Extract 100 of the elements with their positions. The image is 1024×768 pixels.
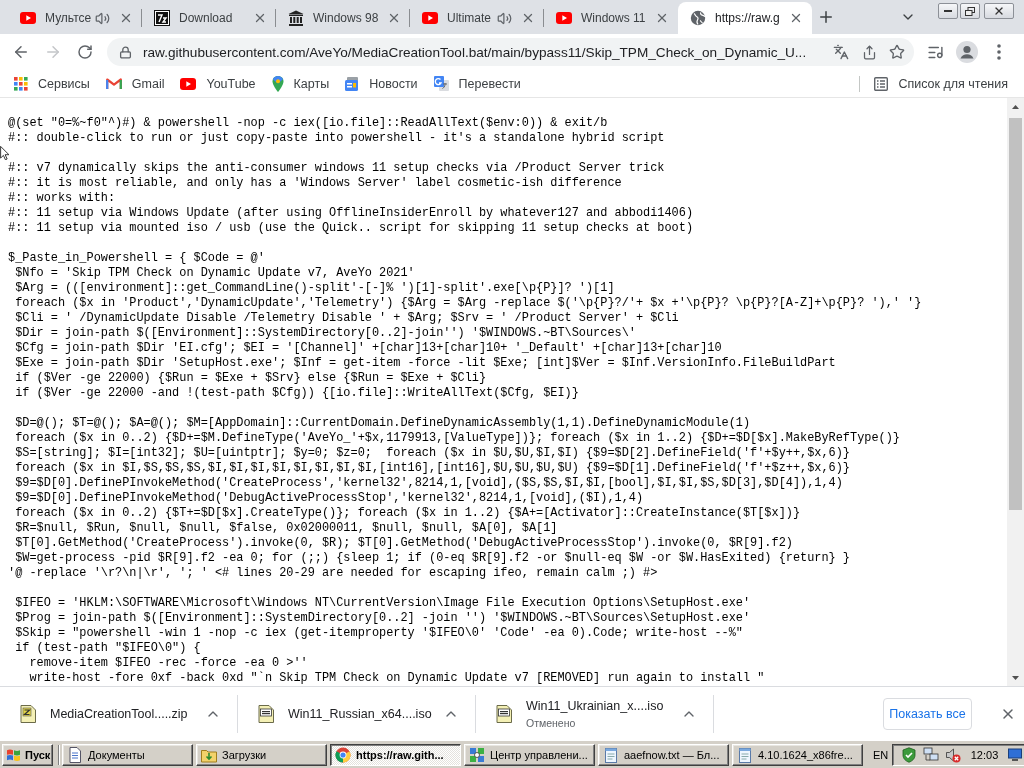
code-line: $Cli = ' /DynamicUpdate Disable /Telemetry Disable ' + $Arg; $Srv = ' /Product Server' + $Cli — [14, 311, 679, 326]
minimize-button[interactable] — [938, 3, 958, 19]
play-logo-icon — [422, 12, 438, 24]
close-icon — [387, 11, 401, 25]
code-line: $S=[string]; $I=[int32]; $U=[uintptr]; $y=0; $z=0; foreach ($x in $U,$U,$I,$I) {$9=$D[2].DefineField('f'+$y++,$x,6)} — [14, 446, 850, 461]
taskbar-button[interactable]: aaefnow.txt — Бл... — [598, 743, 729, 766]
browser-tab[interactable]: https://raw.g — [678, 2, 812, 34]
code-line: $R=$null, $Run, $null, $null, $false, 0x02000011, $null, $null, $A[0], $A[1] — [14, 521, 558, 536]
triangle-down-icon — [1012, 675, 1019, 680]
reading-list-button[interactable]: Список для чтения — [866, 71, 1016, 96]
bookmark-link[interactable]: Перевести — [425, 71, 529, 96]
code-line: $Prog = join-path $([Environment]::SystemDirectory[0..2] -join '') '$WINDOWS.~BT\Sources\SetupHost.exe' — [14, 611, 751, 626]
translate-icon — [433, 76, 449, 91]
apps-grid-icon — [14, 76, 28, 91]
bookmark-link[interactable]: YouTube — [172, 71, 264, 96]
map-pin-icon — [271, 75, 284, 92]
browser-tab[interactable]: Ultimate — [410, 2, 544, 34]
code-line: $Nfo = 'Skip TPM Check on Dynamic Update v7, AveYo 2021' — [14, 266, 415, 281]
lock-icon — [118, 45, 132, 59]
code-line: $_Paste_in_Powershell = { $Code = @' — [8, 251, 265, 266]
monitor-icon — [1008, 747, 1023, 762]
bookmark-link[interactable]: Gmail — [97, 71, 173, 96]
profile-button[interactable] — [953, 38, 981, 66]
star-icon — [889, 44, 905, 60]
restore-button[interactable] — [960, 3, 980, 19]
reload-icon — [77, 44, 93, 60]
arrow-right-icon — [44, 43, 62, 61]
code-line: remove-item $IFEO -rec -force -ea 0 >'' — [28, 656, 308, 671]
browser-tab[interactable]: Windows 98 — [276, 2, 410, 34]
shield-icon — [901, 746, 918, 763]
muted-speaker-icon — [945, 746, 962, 763]
close-window-button[interactable] — [984, 3, 1014, 19]
close-icon — [521, 11, 535, 25]
play-logo-icon — [556, 12, 572, 24]
close-icon — [119, 11, 133, 25]
code-line: $Dir = join-path $([Environment]::SystemDirectory[0..2]-join'') '$WINDOWS.~BT\Sources\' — [14, 326, 636, 341]
taskbar-button[interactable]: Загрузки — [196, 743, 327, 766]
download-file-name[interactable]: MediaCreationTool.....zip — [50, 706, 188, 721]
disc-file-icon — [496, 704, 512, 723]
start-button[interactable]: Пуск — [2, 743, 53, 766]
code-line: $D=@(); $T=@(); $A=@(); $M=[AppDomain]::CurrentDomain.DefineDynamicAssembly(1,1).DefineDynamicModule(1) — [14, 416, 751, 431]
address-bar[interactable]: raw.githubusercontent.com/AveYo/MediaCreationTool.bat/main/bypass11/Skip_TPM_Check_on_Dynamic_U... — [107, 38, 914, 66]
scrollbar[interactable] — [1007, 98, 1024, 686]
share-icon — [861, 44, 877, 60]
taskbar-button[interactable]: Центр управлени... — [464, 743, 595, 766]
globe-icon — [690, 10, 706, 26]
code-line: if ($Ver -ge 22000) {$Run = $Exe + $Srv} else {$Run = $Exe + $Cli} — [14, 371, 487, 386]
notepad-icon — [603, 746, 619, 763]
code-line: foreach ($x in 'Product','DynamicUpdate','Telemetry') {$Arg = $Arg -replace $('\p{P}?/'+ $x +'\p{P}? \p{P}?[A-Z]+\p{P}? '),' '} — [14, 296, 922, 311]
scrollbar-thumb[interactable] — [1009, 118, 1022, 510]
zip-file-icon — [20, 704, 36, 723]
browser-tab[interactable]: Мультсе — [8, 2, 142, 34]
bookmark-link[interactable]: Новости — [337, 71, 426, 96]
code-line: write-host -fore 0xf -back 0xd "`n Skip TPM Check on Dynamic Update v7 [REMOVED] run again to install " — [28, 671, 765, 686]
code-line: '@ -replace '\r?\n|\r', '; ' <# lines 20-29 are needed for escaping ifeo, remain calm ;) #> — [8, 566, 658, 581]
minimize-icon — [944, 10, 952, 12]
code-line: foreach ($x in 0..2) {$D+=$M.DefineType('AveYo_'+$x,1179913,[ValueType])}; foreach ($x in 1..2) {$D+=$D[$x].MakeByRefType()} — [14, 431, 900, 446]
code-line: @(set "0=%~f0"^)#) & powershell -nop -c iex([io.file]::ReadAllText($env:0)) & exit/b — [8, 116, 608, 131]
code-line: #:: double-click to run or just copy-paste into powershell - it's a standalone hybrid script — [8, 131, 665, 146]
bookmark-link[interactable]: Сервисы — [6, 71, 98, 96]
code-line: $Cfg = join-path $Dir 'EI.cfg'; $EI = '[Channel]' +[char]13+[char]10+ '_Default' +[char]13+[char]10 — [14, 341, 722, 356]
close-icon — [655, 11, 669, 25]
download-file-name[interactable]: Win11_Ukrainian_x....iso — [526, 698, 664, 713]
taskbar-button[interactable]: Документы — [62, 743, 193, 766]
taskbar-button[interactable]: 4.10.1624_x86fre... — [732, 743, 863, 766]
square-logo-icon — [154, 10, 170, 26]
code-line: $Arg = (([environment]::get_CommandLine()-split'-[-]% ')[1]-split'.exe[\p{P}]? ')[1] — [14, 281, 615, 296]
code-line: $Exe = join-path $Dir 'SetupHost.exe'; $Inf = get-item -force -lit $Exe; [int]$Ver = $Inf.VersionInfo.FileBuildPart — [14, 356, 836, 371]
browser-tab[interactable]: Windows 11 — [544, 2, 678, 34]
close-icon — [789, 11, 803, 25]
triangle-up-icon — [1012, 104, 1019, 109]
language-indicator[interactable]: EN — [869, 748, 893, 761]
play-logo-icon — [180, 77, 197, 90]
show-all-button[interactable]: Показать все — [883, 697, 972, 730]
reading-list-icon — [874, 76, 889, 91]
code-line: $Skip = "powershell -win 1 -nop -c iex (get-itemproperty '$IFEO\0' 'Code' -ea 0).Code; write-host --%" — [14, 626, 743, 641]
code-line: #:: 11 setup via Windows Update (after using OfflineInsiderEnroll by whatever127 and abbodi1406) — [8, 206, 693, 221]
browser-tab[interactable]: Download — [142, 2, 276, 34]
clock-text: 12:03 — [970, 748, 999, 761]
browser-logo-icon — [335, 746, 351, 763]
code-line: $W=get-process -pid $R[9].f2 -ea 0; for (;;) {sleep 1; if (0-eq $R[9].f2 -or $null-eq $W -or $W.HasExited) {return} } — [14, 551, 850, 566]
code-line: #:: works with: — [8, 191, 116, 206]
windows-flag-icon — [6, 747, 22, 762]
code-line: $9=$D[0].DefinePInvokeMethod('DebugActiveProcessStop','kernel32',8214,1,[void],($I),1,4) — [14, 491, 644, 506]
restore-icon — [965, 6, 975, 16]
play-logo-icon — [20, 12, 36, 24]
taskbar-button[interactable]: https://raw.gith... — [330, 743, 461, 766]
profile-avatar-icon — [956, 41, 978, 63]
network-computers-icon — [923, 746, 940, 763]
code-line: #:: v7 dynamically skips the anti-consumer windows 11 setup checks via /Product Server trick — [8, 161, 665, 176]
download-file-name[interactable]: Win11_Russian_x64....iso — [288, 706, 432, 721]
bookmark-link[interactable]: Карты — [263, 71, 338, 96]
speaker-icon — [95, 10, 110, 26]
close-icon — [253, 11, 267, 25]
control-panel-icon — [469, 746, 485, 763]
code-line: $9=$D[0].DefinePInvokeMethod('CreateProcess','kernel32',8214,1,[void],($S,$S,$I,$I,[bool],$I,$I,$S,$D[3],$D[4]),1,4) — [14, 476, 843, 491]
code-line: #:: 11 setup via mounted iso / usb (use the Quick.. script for skipping 11 setup checks at boot) — [8, 221, 693, 236]
disc-file-icon — [258, 704, 274, 723]
code-line: $IFEO = 'HKLM:\SOFTWARE\Microsoft\Windows NT\CurrentVersion\Image File Execution Options\SetupHost.exe' — [14, 596, 751, 611]
translate-icon — [833, 44, 849, 60]
